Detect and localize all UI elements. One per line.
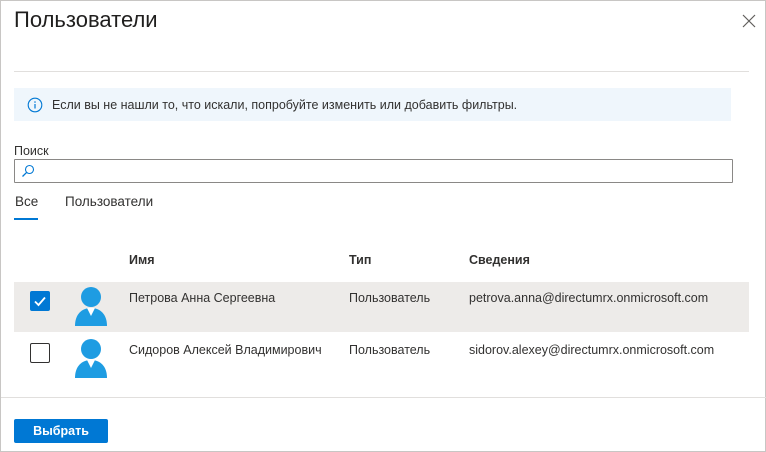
close-icon[interactable] <box>741 13 757 29</box>
row-name: Петрова Анна Сергеевна <box>129 291 276 305</box>
search-icon <box>21 164 35 178</box>
users-picker-dialog: Пользователи Если вы не нашли то, что ис… <box>0 0 766 452</box>
search-label: Поиск <box>14 144 49 158</box>
column-header-name: Имя <box>129 253 155 267</box>
table-row[interactable]: Сидоров Алексей Владимирович Пользовател… <box>14 334 749 384</box>
row-info: sidorov.alexey@directumrx.onmicrosoft.co… <box>469 343 715 357</box>
row-name: Сидоров Алексей Владимирович <box>129 343 322 357</box>
info-bar-text: Если вы не нашли то, что искали, попробу… <box>52 97 518 112</box>
info-bar: Если вы не нашли то, что искали, попробу… <box>14 88 731 121</box>
column-header-info: Сведения <box>469 253 530 267</box>
column-header-type: Тип <box>349 253 372 267</box>
user-avatar-icon <box>73 286 109 326</box>
select-button[interactable]: Выбрать <box>14 419 108 443</box>
user-avatar-icon <box>73 338 109 378</box>
search-box <box>14 159 733 183</box>
header-divider <box>14 71 749 72</box>
row-checkbox[interactable] <box>30 343 50 363</box>
tab-users[interactable]: Пользователи <box>65 194 153 209</box>
row-type: Пользователь <box>349 291 431 305</box>
row-info: petrova.anna@directumrx.onmicrosoft.com <box>469 291 709 305</box>
tab-all[interactable]: Все <box>15 194 38 209</box>
info-icon <box>27 97 43 113</box>
row-checkbox[interactable] <box>30 291 50 311</box>
footer-divider <box>1 397 766 398</box>
search-input[interactable] <box>39 161 732 181</box>
dialog-title: Пользователи <box>14 7 158 32</box>
active-tab-indicator <box>14 218 38 220</box>
row-type: Пользователь <box>349 343 431 357</box>
table-row[interactable]: Петрова Анна Сергеевна Пользователь petr… <box>14 282 749 332</box>
